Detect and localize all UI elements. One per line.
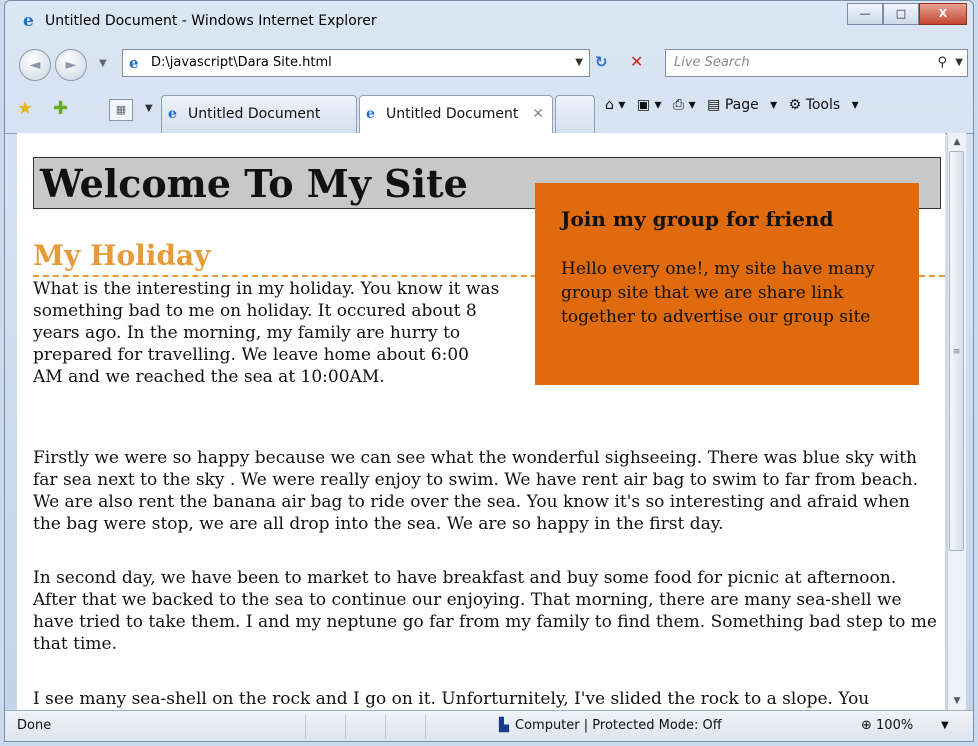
stop-icon[interactable]: ✕ <box>630 52 643 71</box>
join-group-text: Hello every one!, my site have many grou… <box>561 259 875 327</box>
ie-logo-icon: e <box>23 11 34 31</box>
refresh-icon[interactable]: ↻ <box>595 53 608 71</box>
quick-tabs-icon[interactable]: ▦ <box>109 99 133 121</box>
tools-menu[interactable]: ⚙ Tools ▾ <box>789 97 859 113</box>
paragraph-2: Firstly we were so happy because we can … <box>33 448 919 534</box>
add-favorite-icon[interactable]: ✚ <box>53 98 68 119</box>
status-divider <box>345 715 346 739</box>
join-group-heading: Join my group for friend <box>561 207 834 231</box>
new-tab-button[interactable] <box>555 95 595 133</box>
scroll-up-icon[interactable]: ▲ <box>948 133 966 151</box>
window-controls: — □ X <box>847 3 967 25</box>
tab-untitled-document-1[interactable]: e Untitled Document <box>161 95 357 133</box>
tab-page-icon: e <box>168 106 177 122</box>
scroll-thumb[interactable]: ≡ <box>949 151 964 551</box>
tab-page-icon: e <box>366 106 375 122</box>
tab-label: Untitled Document <box>386 106 519 122</box>
tools-menu-label: Tools <box>805 97 841 113</box>
page-icon: e <box>129 54 139 72</box>
recent-pages-dropdown-icon[interactable]: ▼ <box>99 58 107 69</box>
zoom-level[interactable]: ⊕ 100% <box>861 711 913 741</box>
tab-label: Untitled Document <box>188 106 321 122</box>
search-options-dropdown-icon[interactable]: ▼ <box>955 50 963 76</box>
home-icon[interactable]: ⌂ ▾ <box>605 97 625 113</box>
vertical-scrollbar[interactable]: ▲ ≡ ▼ <box>947 133 966 710</box>
title-bar[interactable]: e Untitled Document - Windows Internet E… <box>5 1 973 41</box>
address-bar[interactable]: e D:\javascript\Dara Site.html ▼ <box>122 49 590 77</box>
join-group-box: Join my group for friend Hello every one… <box>535 183 919 385</box>
computer-zone-icon: ▙ <box>499 718 509 733</box>
status-text: Done <box>17 718 52 733</box>
favorites-center-icon[interactable]: ★ <box>17 98 33 119</box>
navigation-bar: ◄ ► ▼ e D:\javascript\Dara Site.html ▼ ↻… <box>5 41 973 87</box>
window-title: Untitled Document - Windows Internet Exp… <box>45 13 377 29</box>
security-zone[interactable]: ▙ Computer | Protected Mode: Off <box>499 711 722 741</box>
address-dropdown-icon[interactable]: ▼ <box>575 50 583 76</box>
back-button[interactable]: ◄ <box>19 49 51 81</box>
security-zone-label: Computer | Protected Mode: Off <box>515 718 722 733</box>
command-bar: ⌂ ▾ ▣ ▾ ⎙ ▾ ▤ Page ▾ ⚙ Tools ▾ <box>605 97 866 113</box>
minimize-button[interactable]: — <box>847 3 883 25</box>
browser-window: e Untitled Document - Windows Internet E… <box>4 0 974 742</box>
page-content: Welcome To My Site My Holiday What is th… <box>17 133 945 710</box>
search-placeholder: Live Search <box>674 55 750 70</box>
paragraph-3: In second day, we have been to market to… <box>33 568 937 654</box>
paragraph-4: I see many sea-shell on the rock and I g… <box>33 689 870 709</box>
close-button[interactable]: X <box>919 3 967 25</box>
tab-list-dropdown-icon[interactable]: ▼ <box>145 103 153 114</box>
zoom-dropdown-icon[interactable]: ▼ <box>941 711 949 741</box>
tab-untitled-document-2[interactable]: e Untitled Document ✕ <box>359 95 553 134</box>
scroll-down-icon[interactable]: ▼ <box>948 692 966 710</box>
maximize-button[interactable]: □ <box>883 3 919 25</box>
page-menu[interactable]: ▤ Page ▾ <box>707 97 777 113</box>
paragraph-1: What is the interesting in my holiday. Y… <box>33 279 500 387</box>
tab-bar: ★ ✚ ▦ ▼ e Untitled Document e Untitled D… <box>5 87 973 134</box>
page-menu-label: Page <box>724 97 759 113</box>
address-url: D:\javascript\Dara Site.html <box>151 55 332 70</box>
status-bar: Done ▙ Computer | Protected Mode: Off ⊕ 1… <box>5 710 973 741</box>
status-divider <box>425 715 426 739</box>
forward-button[interactable]: ► <box>55 49 87 81</box>
zoom-value: 100% <box>876 718 914 733</box>
status-divider <box>305 715 306 739</box>
close-tab-icon[interactable]: ✕ <box>532 96 544 132</box>
print-icon[interactable]: ⎙ ▾ <box>673 97 696 113</box>
search-icon[interactable]: ⚲ <box>937 50 947 76</box>
search-input[interactable]: Live Search ⚲ ▼ <box>665 49 968 77</box>
feeds-icon[interactable]: ▣ ▾ <box>637 97 662 113</box>
status-divider <box>385 715 386 739</box>
